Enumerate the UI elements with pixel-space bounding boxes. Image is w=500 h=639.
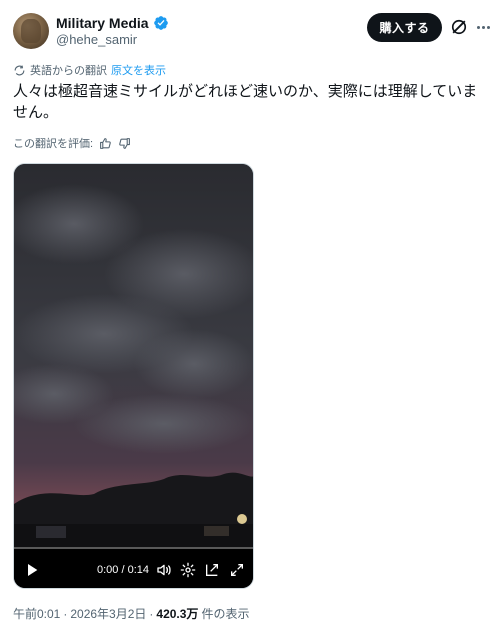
video-controls: 0:00 / 0:14 — [14, 556, 253, 586]
views-label: 件の表示 — [201, 607, 250, 621]
verified-badge-icon — [153, 16, 168, 30]
post-time[interactable]: 午前0:01 — [13, 605, 60, 622]
play-icon[interactable] — [24, 562, 40, 578]
handle[interactable]: @hehe_samir — [56, 32, 137, 47]
tweet-text: 人々は極超音速ミサイルがどれほど速いのか、実際には理解していません。 — [13, 83, 478, 121]
more-icon[interactable] — [474, 18, 492, 36]
rate-prompt: この翻訳を評価: — [13, 138, 94, 150]
volume-icon[interactable] — [156, 562, 172, 578]
video-player[interactable]: 0:00 / 0:14 — [13, 163, 254, 589]
fullscreen-icon[interactable] — [229, 562, 245, 578]
video-frame — [14, 164, 253, 588]
rate-translation: この翻訳を評価: — [13, 134, 131, 152]
tweet-header: Military Media @hehe_samir 購入する — [0, 0, 500, 58]
thumbs-up-icon[interactable] — [99, 137, 112, 150]
translate-icon — [14, 65, 25, 75]
translated-from-label: 英語からの翻訳 — [30, 65, 107, 77]
grok-icon[interactable] — [449, 17, 469, 37]
video-time: 0:00 / 0:14 — [97, 564, 149, 576]
buy-button[interactable]: 購入する — [367, 13, 442, 42]
view-count: 420.3万 — [156, 607, 199, 621]
pop-out-icon[interactable] — [204, 562, 220, 578]
thumbs-down-icon[interactable] — [118, 137, 131, 150]
post-date[interactable]: 2026年3月2日 — [70, 605, 146, 622]
author-name-row[interactable]: Military Media — [56, 14, 169, 32]
translation-notice: 英語からの翻訳 原文を表示 — [13, 62, 166, 78]
separator: · — [63, 607, 68, 621]
settings-icon[interactable] — [180, 562, 196, 578]
video-progress-bar[interactable] — [14, 547, 253, 549]
avatar[interactable] — [13, 13, 49, 49]
separator: · — [149, 607, 154, 621]
display-name[interactable]: Military Media — [56, 15, 149, 31]
tweet-meta: 午前0:01 · 2026年3月2日 · 420.3万 件の表示 — [13, 605, 249, 622]
show-original-link[interactable]: 原文を表示 — [111, 62, 166, 78]
